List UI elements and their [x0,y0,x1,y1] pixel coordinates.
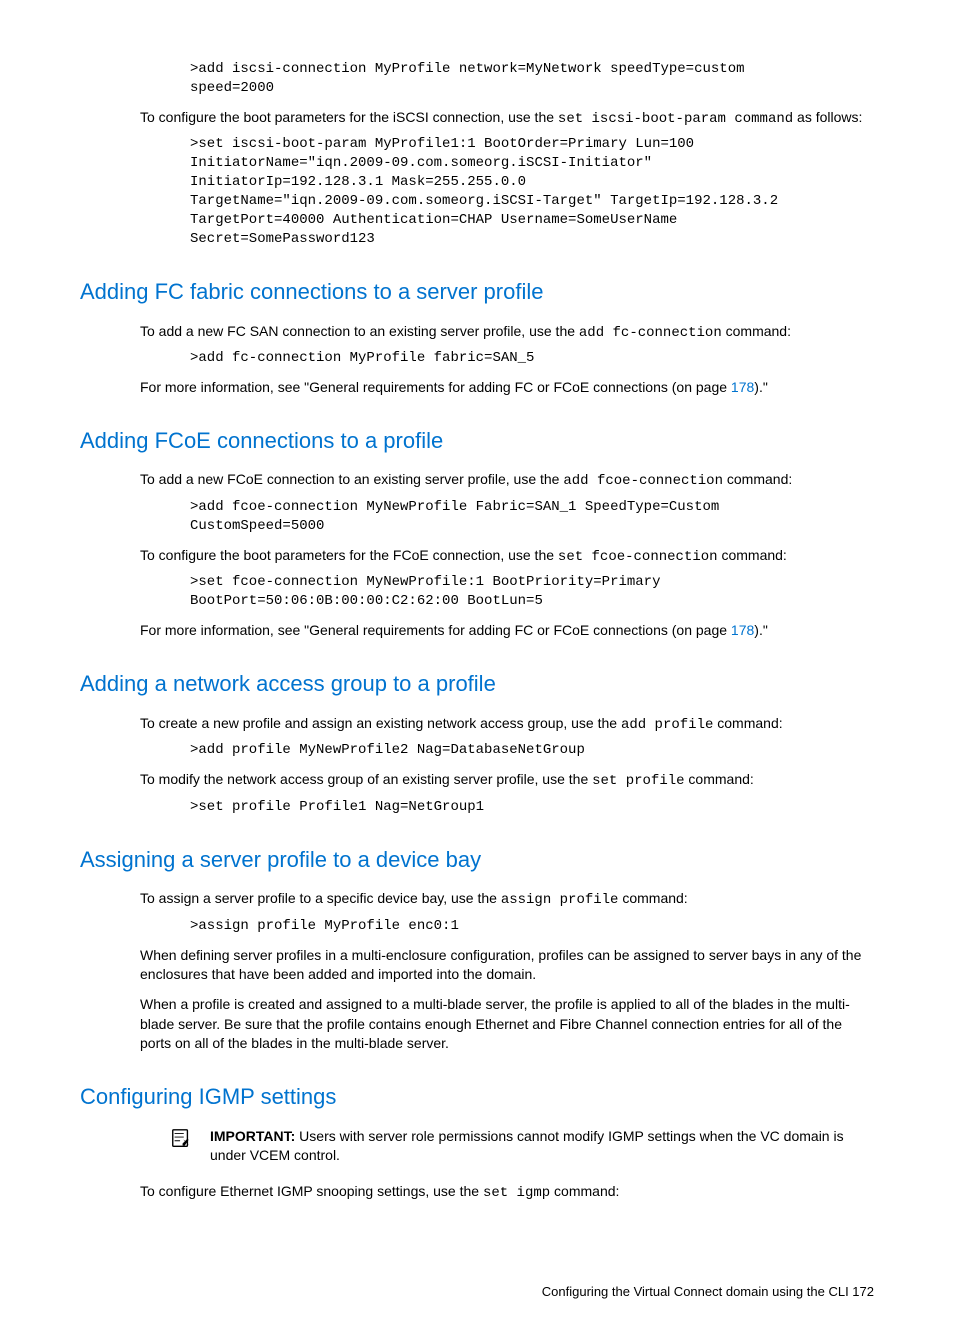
inline-code: add fc-connection [579,325,722,341]
text: To configure Ethernet IGMP snooping sett… [140,1183,483,1199]
paragraph: To assign a server profile to a specific… [140,889,874,911]
paragraph: To create a new profile and assign an ex… [140,714,874,736]
text: To add a new FC SAN connection to an exi… [140,323,579,339]
text: To assign a server profile to a specific… [140,890,501,906]
text: command: [718,547,787,563]
paragraph: When a profile is created and assigned t… [140,995,874,1054]
heading-igmp: Configuring IGMP settings [80,1082,874,1113]
paragraph: To configure the boot parameters for the… [140,108,874,130]
code-block: >add profile MyNewProfile2 Nag=DatabaseN… [190,741,874,760]
text: To configure the boot parameters for the… [140,547,558,563]
text: command: [713,715,782,731]
paragraph: To configure the boot parameters for the… [140,546,874,568]
important-icon [170,1127,210,1155]
paragraph: To add a new FC SAN connection to an exi… [140,322,874,344]
paragraph: When defining server profiles in a multi… [140,946,874,985]
paragraph: For more information, see "General requi… [140,621,874,641]
text: To create a new profile and assign an ex… [140,715,621,731]
text: as follows: [793,109,862,125]
text: )." [754,379,768,395]
code-block: >set profile Profile1 Nag=NetGroup1 [190,798,874,817]
inline-code: set igmp [483,1185,550,1201]
text: command: [618,890,687,906]
text: command: [550,1183,619,1199]
page-footer: Configuring the Virtual Connect domain u… [80,1283,874,1301]
inline-code: set iscsi-boot-param command [558,111,793,127]
text: For more information, see "General requi… [140,379,731,395]
page-link[interactable]: 178 [731,379,754,395]
inline-code: add profile [621,717,713,733]
code-block: >add fc-connection MyProfile fabric=SAN_… [190,349,874,368]
code-block: >set iscsi-boot-param MyProfile1:1 BootO… [190,135,874,248]
code-block: >add iscsi-connection MyProfile network=… [190,60,874,98]
paragraph: To add a new FCoE connection to an exist… [140,470,874,492]
text: command: [722,323,791,339]
text: Users with server role permissions canno… [210,1128,844,1164]
inline-code: add fcoe-connection [563,473,723,489]
heading-assigning: Assigning a server profile to a device b… [80,845,874,876]
important-note: IMPORTANT: Users with server role permis… [170,1127,874,1166]
paragraph: To modify the network access group of an… [140,770,874,792]
inline-code: assign profile [501,892,619,908]
text: To configure the boot parameters for the… [140,109,558,125]
important-label: IMPORTANT: [210,1128,295,1144]
code-block: >add fcoe-connection MyNewProfile Fabric… [190,498,874,536]
paragraph: For more information, see "General requi… [140,378,874,398]
important-text: IMPORTANT: Users with server role permis… [210,1127,874,1166]
text: For more information, see "General requi… [140,622,731,638]
text: To add a new FCoE connection to an exist… [140,471,563,487]
text: command: [685,771,754,787]
code-block: >set fcoe-connection MyNewProfile:1 Boot… [190,573,874,611]
text: )." [754,622,768,638]
paragraph: To configure Ethernet IGMP snooping sett… [140,1182,874,1204]
text: command: [723,471,792,487]
page-link[interactable]: 178 [731,622,754,638]
heading-network-access: Adding a network access group to a profi… [80,669,874,700]
heading-fcoe: Adding FCoE connections to a profile [80,426,874,457]
inline-code: set fcoe-connection [558,549,718,565]
text: To modify the network access group of an… [140,771,592,787]
inline-code: set profile [592,773,684,789]
heading-fc-fabric: Adding FC fabric connections to a server… [80,277,874,308]
code-block: >assign profile MyProfile enc0:1 [190,917,874,936]
